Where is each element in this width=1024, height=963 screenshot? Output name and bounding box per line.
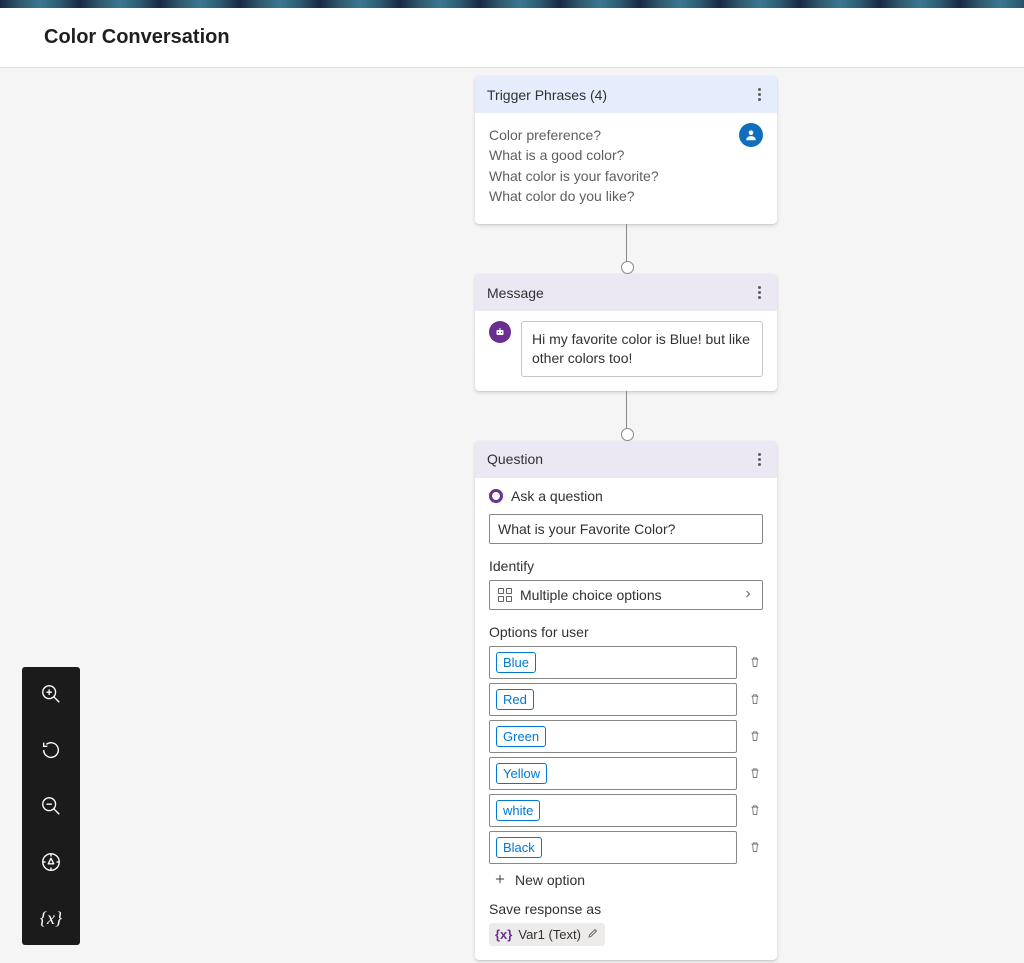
variables-button[interactable]: {x} bbox=[38, 905, 64, 931]
option-chip: Green bbox=[496, 726, 546, 747]
variable-name: Var1 (Text) bbox=[518, 927, 581, 942]
option-input[interactable]: Green bbox=[489, 720, 737, 753]
option-row: Blue bbox=[489, 646, 763, 679]
question-more-icon[interactable] bbox=[754, 449, 765, 470]
question-header: Question bbox=[475, 441, 777, 478]
decorative-top-strip bbox=[0, 0, 1024, 8]
connector bbox=[626, 224, 627, 268]
canvas-toolbar: {x} bbox=[22, 667, 80, 945]
option-chip: Yellow bbox=[496, 763, 547, 784]
option-input[interactable]: Black bbox=[489, 831, 737, 864]
multiple-choice-icon bbox=[498, 588, 512, 602]
new-option-label: New option bbox=[515, 872, 585, 888]
option-row: Yellow bbox=[489, 757, 763, 790]
new-option-button[interactable]: New option bbox=[489, 864, 763, 891]
delete-option-icon[interactable] bbox=[747, 691, 763, 707]
canvas[interactable]: Trigger Phrases (4) Color preference? Wh… bbox=[0, 68, 1024, 963]
option-row: Red bbox=[489, 683, 763, 716]
options-label: Options for user bbox=[489, 624, 763, 640]
option-row: Black bbox=[489, 831, 763, 864]
message-text[interactable]: Hi my favorite color is Blue! but like o… bbox=[521, 321, 763, 377]
option-chip: Red bbox=[496, 689, 534, 710]
trigger-phrase: What color do you like? bbox=[489, 186, 763, 206]
user-icon bbox=[739, 123, 763, 147]
question-input[interactable] bbox=[489, 514, 763, 544]
save-response-label: Save response as bbox=[489, 901, 763, 917]
option-input[interactable]: white bbox=[489, 794, 737, 827]
question-header-label: Question bbox=[487, 451, 543, 467]
delete-option-icon[interactable] bbox=[747, 839, 763, 855]
zoom-out-button[interactable] bbox=[38, 793, 64, 819]
identify-value: Multiple choice options bbox=[520, 587, 662, 603]
trigger-phrase: What is a good color? bbox=[489, 145, 763, 165]
trigger-more-icon[interactable] bbox=[754, 84, 765, 105]
message-more-icon[interactable] bbox=[754, 282, 765, 303]
trigger-header: Trigger Phrases (4) bbox=[475, 76, 777, 113]
delete-option-icon[interactable] bbox=[747, 654, 763, 670]
plus-icon bbox=[493, 872, 507, 889]
delete-option-icon[interactable] bbox=[747, 765, 763, 781]
pencil-icon[interactable] bbox=[587, 927, 599, 942]
trigger-node[interactable]: Trigger Phrases (4) Color preference? Wh… bbox=[475, 76, 777, 224]
option-row: Green bbox=[489, 720, 763, 753]
zoom-in-button[interactable] bbox=[38, 681, 64, 707]
trigger-phrase: What color is your favorite? bbox=[489, 166, 763, 186]
option-input[interactable]: Blue bbox=[489, 646, 737, 679]
trigger-phrase: Color preference? bbox=[489, 125, 763, 145]
option-chip: white bbox=[496, 800, 540, 821]
option-chip: Blue bbox=[496, 652, 536, 673]
question-node[interactable]: Question Ask a question Identify Multipl… bbox=[475, 441, 777, 960]
fit-view-button[interactable] bbox=[38, 849, 64, 875]
reset-button[interactable] bbox=[38, 737, 64, 763]
variable-icon: {x} bbox=[495, 927, 512, 942]
chevron-right-icon bbox=[742, 587, 754, 603]
ask-question-label: Ask a question bbox=[511, 488, 603, 504]
options-list: Blue Red Green Yellow bbox=[489, 646, 763, 864]
option-input[interactable]: Yellow bbox=[489, 757, 737, 790]
option-input[interactable]: Red bbox=[489, 683, 737, 716]
variable-pill[interactable]: {x} Var1 (Text) bbox=[489, 923, 605, 946]
page-header: Color Conversation bbox=[0, 8, 1024, 68]
message-node[interactable]: Message Hi my favorite color is Blue! bu… bbox=[475, 274, 777, 391]
option-chip: Black bbox=[496, 837, 542, 858]
question-icon bbox=[489, 489, 503, 503]
delete-option-icon[interactable] bbox=[747, 728, 763, 744]
connector bbox=[626, 391, 627, 435]
identify-label: Identify bbox=[489, 558, 763, 574]
delete-option-icon[interactable] bbox=[747, 802, 763, 818]
bot-icon bbox=[489, 321, 511, 343]
message-header-label: Message bbox=[487, 285, 544, 301]
page-title: Color Conversation bbox=[44, 26, 980, 49]
trigger-body: Color preference? What is a good color? … bbox=[475, 113, 777, 224]
trigger-header-label: Trigger Phrases (4) bbox=[487, 87, 607, 103]
option-row: white bbox=[489, 794, 763, 827]
identify-select[interactable]: Multiple choice options bbox=[489, 580, 763, 610]
message-header: Message bbox=[475, 274, 777, 311]
